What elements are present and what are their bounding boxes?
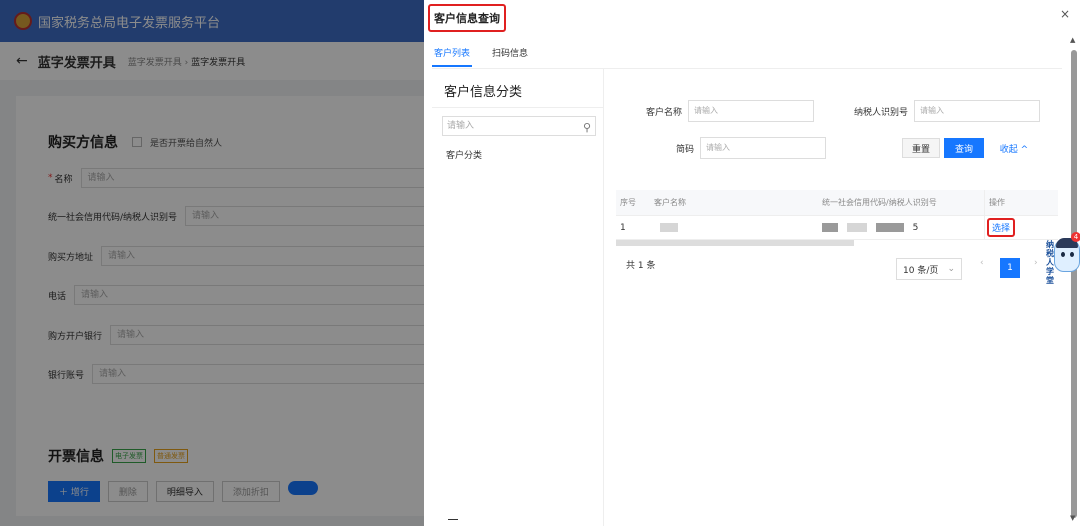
search-placeholder: 请输入: [447, 121, 475, 131]
pagination-total: 共 1 条: [626, 261, 656, 271]
category-pane: 客户信息分类 请输入 ⚲ 客户分类: [432, 69, 604, 526]
reset-button[interactable]: 重置: [902, 138, 940, 158]
redacted-block: [822, 222, 838, 232]
taxid-filter: 纳税人识别号 请输入: [854, 100, 1041, 122]
scroll-indicator: [448, 519, 458, 520]
scroll-thumb[interactable]: [1071, 50, 1077, 518]
code-filter: 简码 请输入: [676, 137, 827, 159]
page-number-button[interactable]: 1: [1000, 258, 1020, 278]
tab-customer-list[interactable]: 客户列表: [432, 40, 473, 67]
short-code-input[interactable]: 请输入: [700, 137, 827, 159]
divider: [432, 107, 604, 108]
close-icon[interactable]: ×: [1060, 7, 1070, 21]
taxid-filter-label: 纳税人识别号: [854, 107, 909, 118]
page-size-select[interactable]: 10 条/页 ⌄: [896, 258, 962, 280]
scroll-down-icon[interactable]: ▼: [1070, 514, 1075, 522]
search-icon[interactable]: ⚲: [583, 119, 591, 137]
assistant-eye: [1061, 252, 1065, 257]
category-heading: 客户信息分类: [444, 85, 523, 100]
customer-table: 序号 客户名称 统一社会信用代码/纳税人识别号 操作 1 5 选择: [616, 190, 1058, 240]
query-button[interactable]: 查询: [944, 138, 984, 158]
category-search-input[interactable]: 请输入 ⚲: [442, 116, 596, 136]
assistant-eye: [1070, 252, 1074, 257]
name-filter: 客户名称 请输入: [646, 100, 815, 122]
collapse-button[interactable]: 收起 ^: [994, 138, 1034, 158]
col-taxid: 统一社会信用代码/纳税人识别号: [822, 198, 937, 207]
col-index: 序号: [620, 198, 636, 207]
taxpayer-id-input[interactable]: 请输入: [914, 100, 1041, 122]
customer-query-drawer: 客户信息查询 × 客户列表 扫码信息 客户信息分类 请输入 ⚲ 客户分类 客户名…: [424, 0, 1080, 526]
drawer-vertical-scrollbar[interactable]: ▲ ▼: [1070, 36, 1078, 522]
page-size-value: 10 条/页: [903, 265, 939, 276]
code-filter-label: 简码: [676, 144, 695, 155]
chevron-down-icon: ⌄: [947, 264, 955, 274]
notification-badge: 4: [1071, 232, 1080, 242]
col-customer-name: 客户名称: [654, 198, 686, 207]
table-row[interactable]: 1 5 选择: [616, 216, 1058, 240]
tab-scan-info[interactable]: 扫码信息: [490, 40, 530, 67]
prev-page-button[interactable]: ‹: [980, 258, 984, 268]
row-taxid-redacted: 5: [816, 222, 984, 233]
redacted-block: [660, 222, 678, 232]
name-filter-label: 客户名称: [646, 107, 683, 118]
redacted-block: [875, 222, 904, 232]
select-customer-button[interactable]: 选择: [987, 218, 1016, 237]
customer-name-input[interactable]: 请输入: [688, 100, 815, 122]
drawer-tabs: 客户列表 扫码信息: [432, 40, 530, 67]
table-header: 序号 客户名称 统一社会信用代码/纳税人识别号 操作: [616, 190, 1058, 216]
row-index: 1: [620, 222, 626, 233]
drawer-title: 客户信息查询: [428, 4, 506, 32]
redacted-block: [846, 222, 867, 232]
category-item[interactable]: 客户分类: [446, 148, 482, 161]
tax-assistant-widget[interactable]: 纳税人学堂 4: [1046, 232, 1080, 285]
scroll-up-icon[interactable]: ▲: [1070, 36, 1075, 44]
col-action: 操作: [984, 190, 1058, 215]
taxid-tail: 5: [912, 222, 919, 233]
next-page-button[interactable]: ›: [1034, 258, 1038, 268]
row-customer-name-redacted: [650, 222, 816, 233]
table-horizontal-scrollbar[interactable]: [616, 240, 854, 246]
